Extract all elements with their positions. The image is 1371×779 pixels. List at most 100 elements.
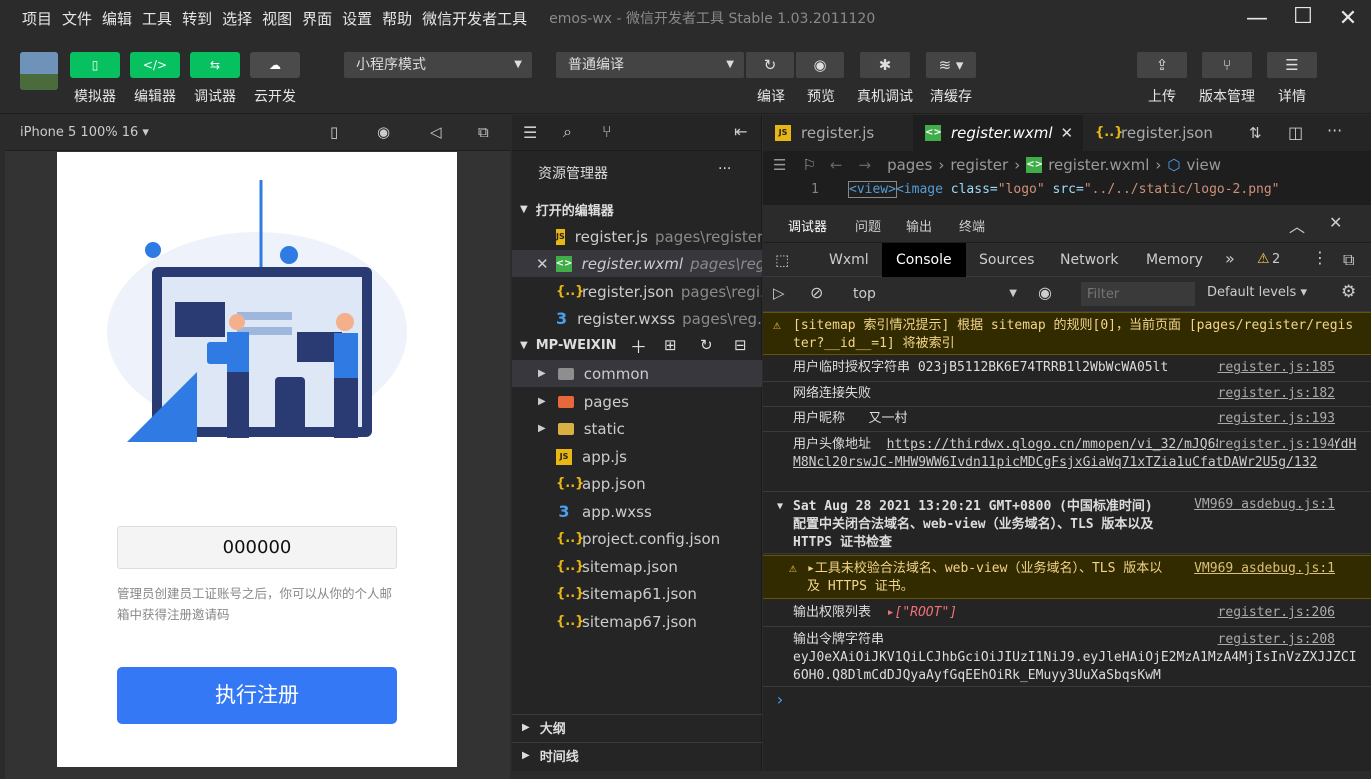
tab-console[interactable]: Console xyxy=(882,243,966,277)
more-icon[interactable]: ··· xyxy=(718,161,731,177)
log-source-link[interactable]: register.js:182 xyxy=(1218,385,1335,403)
open-file-register-wxml[interactable]: ✕ <> register.wxml pages\reg... xyxy=(512,250,762,277)
tab-terminal[interactable]: 终端 xyxy=(959,216,985,235)
breadcrumb-item[interactable]: register.wxml xyxy=(1048,156,1149,174)
log-source-link[interactable]: VM969 asdebug.js:1 xyxy=(1194,496,1335,514)
maximize-icon[interactable]: ☐ xyxy=(1288,4,1318,29)
clear-console-icon[interactable]: ⊘ xyxy=(810,283,823,302)
menu-edit[interactable]: 编辑 xyxy=(102,8,132,29)
menu-devtools[interactable]: 微信开发者工具 xyxy=(422,8,527,29)
register-button[interactable]: 执行注册 xyxy=(117,667,397,724)
more-icon[interactable]: ··· xyxy=(1327,121,1342,140)
tree-folder-common[interactable]: ▶ common xyxy=(512,360,762,387)
menu-settings[interactable]: 设置 xyxy=(342,8,372,29)
new-file-icon[interactable]: ＋ xyxy=(630,333,647,358)
more-vertical-icon[interactable]: ⋮ xyxy=(1312,248,1328,267)
outline-header[interactable]: ▶ 大纲 xyxy=(512,714,762,740)
log-value[interactable]: ▸["ROOT"] xyxy=(887,605,957,620)
mode-select[interactable]: 小程序模式 ▼ xyxy=(344,52,532,78)
tab-register-wxml[interactable]: <> register.wxml ✕ xyxy=(913,115,1083,151)
record-icon[interactable]: ◉ xyxy=(377,123,390,141)
compile-select[interactable]: 普通编译 ▼ xyxy=(556,52,744,78)
sound-icon[interactable]: ◁ xyxy=(430,123,442,141)
more-tabs-icon[interactable]: » xyxy=(1225,249,1235,268)
upload-button[interactable]: ⇪ xyxy=(1137,52,1187,78)
tab-debugger[interactable]: 调试器 xyxy=(788,216,828,246)
context-select[interactable]: top ▼ xyxy=(845,282,1025,306)
tree-file-sitemap61[interactable]: {..} sitemap61.json xyxy=(512,580,762,607)
close-icon[interactable]: ✕ xyxy=(1329,213,1342,232)
tab-register-json[interactable]: {..} register.json xyxy=(1083,115,1223,151)
tab-sources[interactable]: Sources xyxy=(965,243,1048,277)
new-folder-icon[interactable]: ⊞ xyxy=(664,336,677,354)
open-file-register-wxss[interactable]: 3 register.wxss pages\reg... xyxy=(512,305,762,332)
tree-file-sitemap67[interactable]: {..} sitemap67.json xyxy=(512,608,762,635)
menu-goto[interactable]: 转到 xyxy=(182,8,212,29)
split-icon[interactable]: ◫ xyxy=(1288,123,1303,142)
tree-folder-static[interactable]: ▶ static xyxy=(512,415,762,442)
compare-icon[interactable]: ⇅ xyxy=(1249,124,1262,142)
popout-icon[interactable]: ⧉ xyxy=(478,123,489,141)
list-icon[interactable]: ☰ xyxy=(773,156,786,174)
tab-network[interactable]: Network xyxy=(1046,243,1132,277)
clear-cache-button[interactable]: ≋ ▾ xyxy=(926,52,976,78)
console-group[interactable]: ▼ Sat Aug 28 2021 13:20:21 GMT+0800 (中国标… xyxy=(763,492,1371,554)
console-filter-input[interactable] xyxy=(1081,282,1195,306)
project-header[interactable]: ▼ MP-WEIXIN ＋ ⊞ ↻ ⊟ xyxy=(512,332,762,358)
close-window-icon[interactable]: ✕ xyxy=(1333,6,1363,31)
tree-file-app-wxss[interactable]: 3 app.wxss xyxy=(512,498,762,525)
menu-tools[interactable]: 工具 xyxy=(142,8,172,29)
avatar[interactable] xyxy=(20,52,58,90)
refresh-icon[interactable]: ↻ xyxy=(700,336,713,354)
log-levels-select[interactable]: Default levels ▾ xyxy=(1207,285,1307,300)
menu-select[interactable]: 选择 xyxy=(222,8,252,29)
list-icon[interactable]: ☰ xyxy=(523,123,537,142)
invite-code-input[interactable]: 000000 xyxy=(117,526,397,569)
breadcrumb-item[interactable]: view xyxy=(1186,156,1221,174)
branch-icon[interactable]: ⑂ xyxy=(602,122,612,141)
collapse-icon[interactable]: ⇤ xyxy=(734,122,747,141)
tab-register-js[interactable]: JS register.js xyxy=(763,115,913,151)
inspect-icon[interactable]: ⬚ xyxy=(775,251,789,269)
preview-button[interactable]: ◉ xyxy=(796,52,844,78)
undock-icon[interactable]: ⧉ xyxy=(1343,250,1354,270)
tree-file-app-js[interactable]: JS app.js xyxy=(512,443,762,470)
breadcrumb-item[interactable]: register xyxy=(950,156,1008,174)
close-icon[interactable]: ✕ xyxy=(536,255,549,273)
device-debug-button[interactable]: ✱ xyxy=(860,52,910,78)
details-button[interactable]: ☰ xyxy=(1267,52,1317,78)
minimize-icon[interactable]: — xyxy=(1242,6,1272,31)
device-select[interactable]: iPhone 5 100% 16 ▾ xyxy=(20,125,149,140)
log-source-link[interactable]: register.js:208 xyxy=(1218,631,1335,649)
close-icon[interactable]: ✕ xyxy=(1061,124,1074,142)
tree-folder-pages[interactable]: ▶ pages xyxy=(512,388,762,415)
tree-file-sitemap[interactable]: {..} sitemap.json xyxy=(512,553,762,580)
timeline-header[interactable]: ▶ 时间线 xyxy=(512,742,762,768)
debugger-button[interactable]: ⇆ xyxy=(190,52,240,78)
tab-memory[interactable]: Memory xyxy=(1132,243,1217,277)
log-source-link[interactable]: register.js:185 xyxy=(1218,359,1335,377)
collapse-all-icon[interactable]: ⊟ xyxy=(734,336,747,354)
open-file-register-json[interactable]: {..} register.json pages\regi... xyxy=(512,278,762,305)
tab-wxml[interactable]: Wxml xyxy=(815,243,883,277)
tab-output[interactable]: 输出 xyxy=(906,216,932,235)
gear-icon[interactable]: ⚙ xyxy=(1341,282,1356,302)
version-button[interactable]: ⑂ xyxy=(1202,52,1252,78)
eye-icon[interactable]: ◉ xyxy=(1038,283,1052,302)
compile-button[interactable]: ↻ xyxy=(746,52,794,78)
back-icon[interactable]: ← xyxy=(830,156,843,174)
editor-button[interactable]: </> xyxy=(130,52,180,78)
simulator-button[interactable]: ▯ xyxy=(70,52,120,78)
breadcrumb-item[interactable]: pages xyxy=(887,156,932,174)
log-source-link[interactable]: register.js:206 xyxy=(1218,604,1335,622)
open-editors-header[interactable]: ▼ 打开的编辑器 xyxy=(512,196,762,222)
bookmark-icon[interactable]: ⚐ xyxy=(802,156,815,174)
search-icon[interactable]: ⌕ xyxy=(563,122,572,142)
console-prompt[interactable]: › xyxy=(775,690,785,709)
menu-view[interactable]: 视图 xyxy=(262,8,292,29)
menu-file[interactable]: 文件 xyxy=(62,8,92,29)
chevron-up-icon[interactable]: ︿ xyxy=(1289,213,1305,237)
sidebar-toggle-icon[interactable]: ▷ xyxy=(773,284,785,302)
phone-icon[interactable]: ▯ xyxy=(330,123,338,141)
menu-interface[interactable]: 界面 xyxy=(302,8,332,29)
